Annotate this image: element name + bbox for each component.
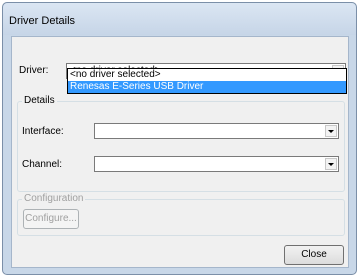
configuration-group-title: Configuration — [22, 193, 86, 204]
details-group: Details — [17, 95, 345, 192]
dropdown-option[interactable]: <no driver selected> — [68, 69, 346, 81]
channel-label: Channel: — [22, 159, 63, 170]
driver-details-window: Driver Details Driver: <no driver select… — [2, 2, 357, 275]
dropdown-option-selected[interactable]: Renesas E-Series USB Driver — [68, 81, 346, 93]
window-title: Driver Details — [9, 15, 76, 27]
details-group-title: Details — [22, 95, 57, 106]
close-button[interactable]: Close — [284, 245, 344, 265]
interface-combobox[interactable] — [94, 123, 339, 139]
driver-dropdown-list[interactable]: <no driver selected> Renesas E-Series US… — [67, 68, 347, 94]
chevron-down-icon[interactable] — [325, 125, 337, 137]
title-bar[interactable]: Driver Details — [3, 3, 356, 35]
driver-label: Driver: — [19, 65, 49, 76]
chevron-down-icon[interactable] — [325, 158, 337, 170]
channel-combobox[interactable] — [94, 156, 339, 172]
interface-label: Interface: — [22, 126, 64, 137]
configure-button[interactable]: Configure... — [23, 209, 79, 229]
